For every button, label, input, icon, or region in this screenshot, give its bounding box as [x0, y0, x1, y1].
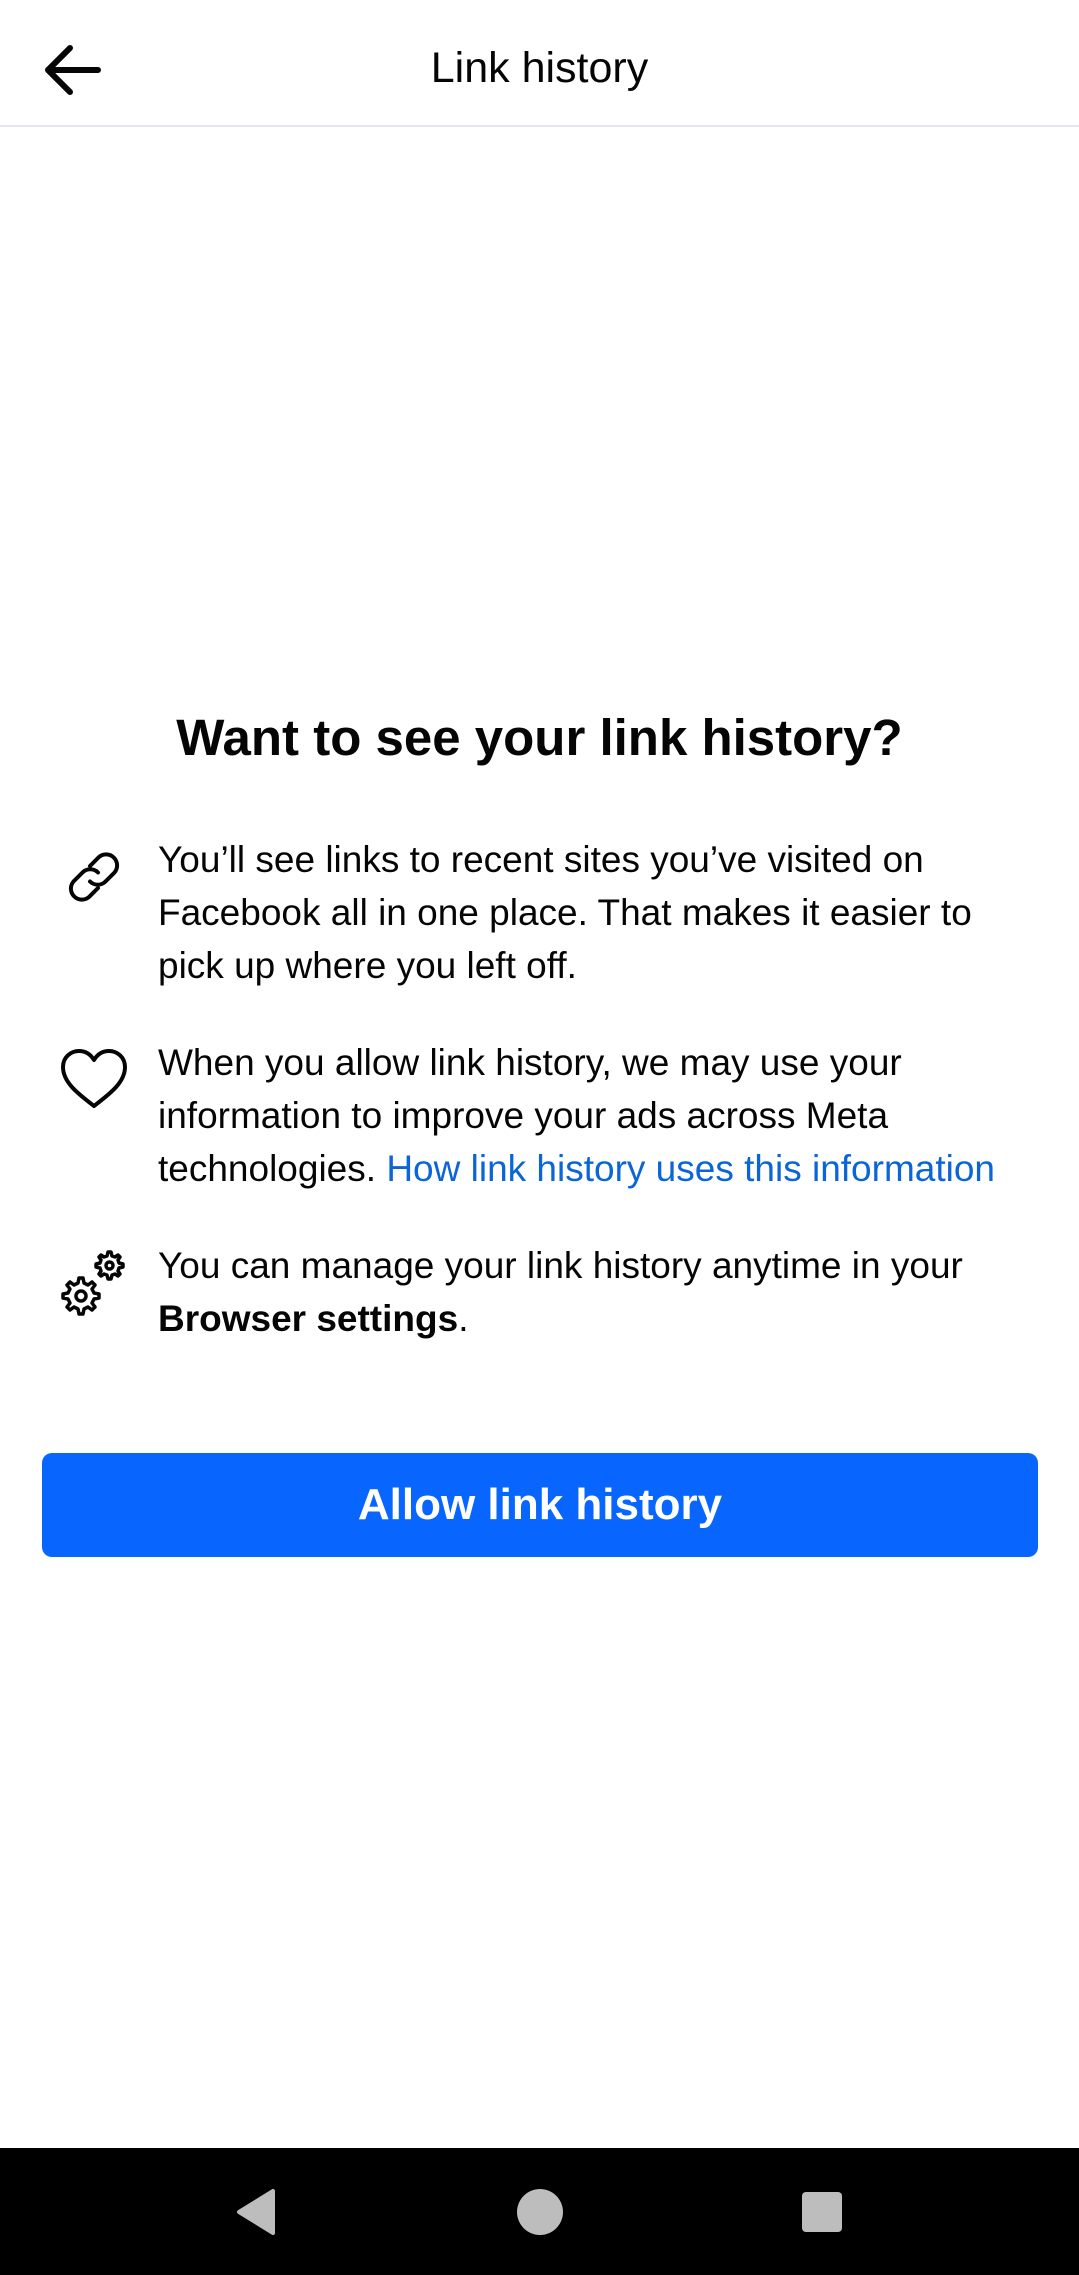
info-text-links: You’ll see links to recent sites you’ve … [158, 839, 972, 986]
page-title: Link history [430, 44, 649, 92]
system-nav-bar [0, 2148, 1079, 2275]
info-item-settings: You can manage your link history anytime… [0, 1239, 1079, 1345]
how-link-history-uses-info-link[interactable]: How link history uses this information [386, 1148, 995, 1189]
allow-link-history-button[interactable]: Allow link history [42, 1453, 1038, 1557]
nav-back-button[interactable] [196, 2148, 316, 2275]
info-text-settings: You can manage your link history anytime… [158, 1239, 1039, 1345]
header: Link history [0, 0, 1079, 127]
circle-home-icon [517, 2188, 563, 2235]
settings-text-before: You can manage your link history anytime… [158, 1245, 963, 1286]
square-recents-icon [802, 2191, 842, 2232]
info-item-links: You’ll see links to recent sites you’ve … [0, 833, 1079, 992]
info-text-ads: When you allow link history, we may use … [158, 1036, 1039, 1195]
link-icon [56, 839, 132, 915]
nav-home-button[interactable] [480, 2148, 600, 2275]
link-history-screen: Link history Want to see your link histo… [0, 0, 1079, 2275]
heart-icon [56, 1042, 132, 1118]
main-heading: Want to see your link history? [176, 709, 903, 766]
settings-text-after: . [458, 1298, 469, 1339]
browser-settings-label: Browser settings [158, 1298, 459, 1339]
main-content: Want to see your link history? You’ll se… [0, 700, 1079, 1389]
gears-icon [56, 1245, 132, 1321]
triangle-back-icon [237, 2188, 275, 2235]
nav-recents-button[interactable] [762, 2148, 882, 2275]
info-item-ads: When you allow link history, we may use … [0, 1036, 1079, 1195]
